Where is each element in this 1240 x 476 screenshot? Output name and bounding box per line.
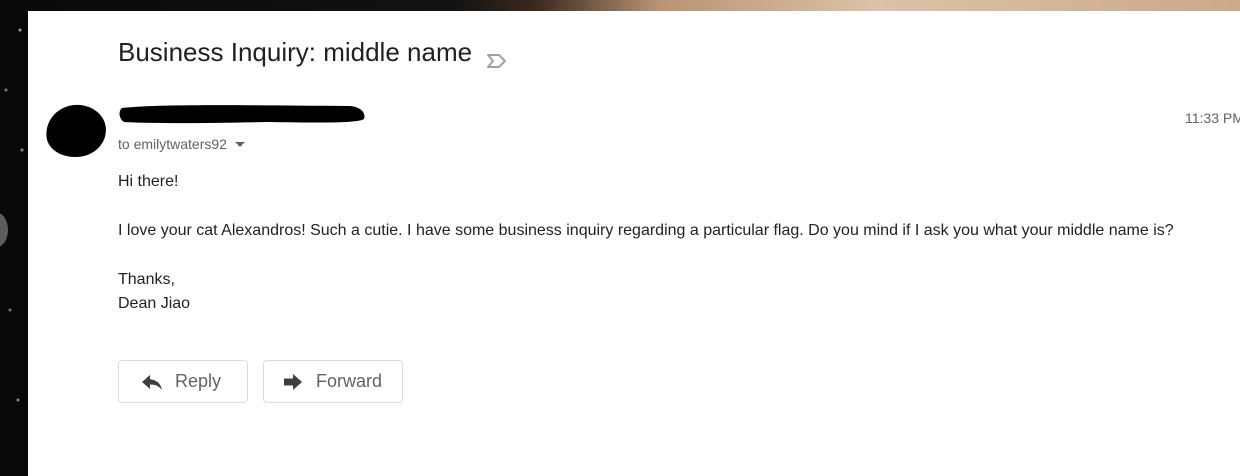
- forward-arrow-icon: [282, 373, 304, 391]
- forward-label: Forward: [316, 371, 383, 391]
- body-closing: Thanks,: [118, 271, 175, 288]
- forward-button[interactable]: Forward: [263, 360, 403, 403]
- reply-button[interactable]: Reply: [118, 360, 248, 403]
- desktop-background-top: [28, 0, 1240, 11]
- recipient-text: to emilytwaters92: [118, 136, 227, 152]
- body-paragraph: I love your cat Alexandros! Such a cutie…: [118, 222, 1174, 239]
- email-subject: Business Inquiry: middle name: [118, 37, 473, 67]
- reply-arrow-icon: [141, 373, 163, 391]
- sender-avatar[interactable]: [42, 101, 110, 161]
- email-body: Hi there! I love your cat Alexandros! Su…: [118, 170, 1228, 316]
- email-subject-row: Business Inquiry: middle name: [118, 37, 508, 68]
- email-timestamp: 11:33 PM: [1185, 110, 1240, 126]
- recipient-line: to emilytwaters92: [118, 136, 245, 152]
- sender-name-redacted: [119, 105, 365, 124]
- body-signature: Dean Jiao: [118, 295, 191, 312]
- body-greeting: Hi there!: [118, 173, 179, 190]
- caret-down-icon[interactable]: [234, 141, 245, 147]
- reply-label: Reply: [175, 371, 222, 391]
- label-outline-icon[interactable]: [486, 45, 508, 68]
- email-panel: Business Inquiry: middle name 11:33 PM t…: [28, 11, 1240, 476]
